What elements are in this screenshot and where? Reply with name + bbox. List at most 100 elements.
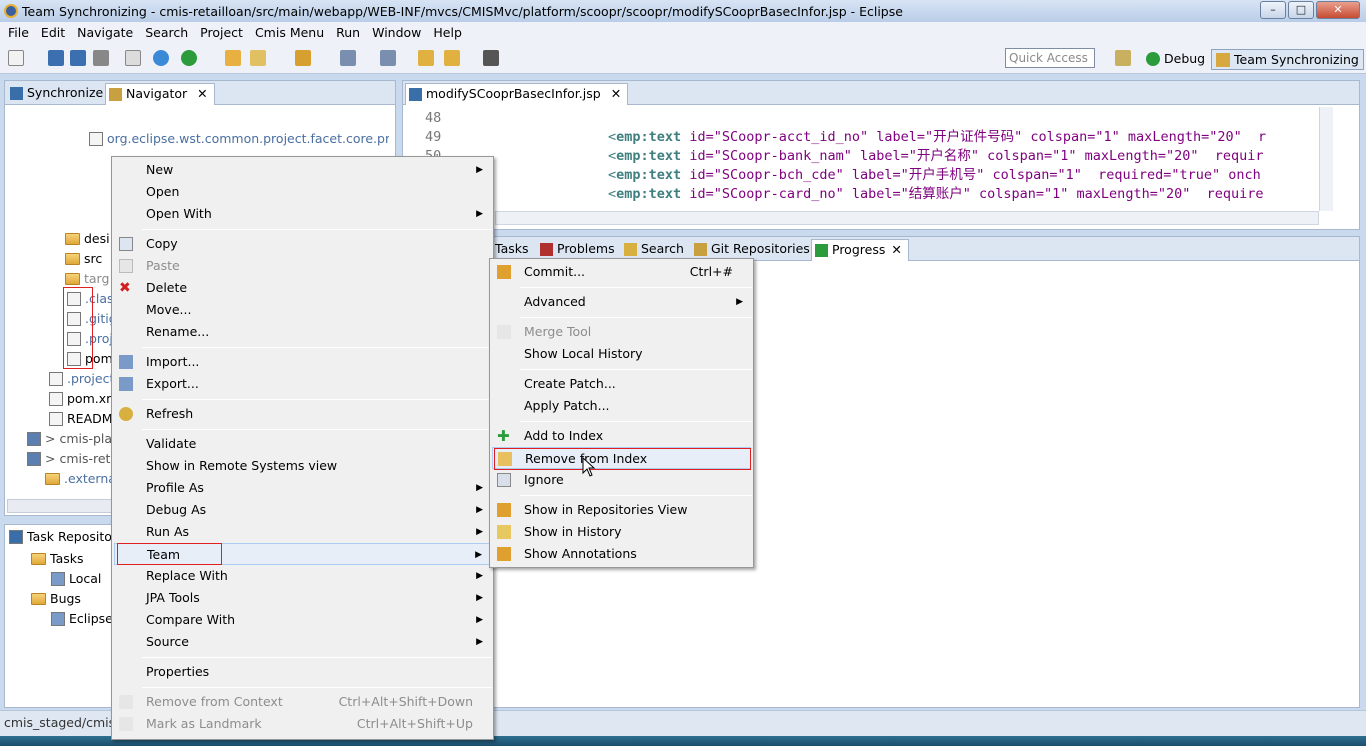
perspective-team-button[interactable]: Team Synchronizing bbox=[1211, 49, 1364, 70]
menu-item-source[interactable]: Source ▶ bbox=[114, 631, 491, 653]
menu-separator bbox=[520, 495, 752, 496]
terminal-icon[interactable] bbox=[125, 50, 141, 66]
open-task-icon[interactable] bbox=[295, 50, 311, 66]
tab-progress[interactable]: Progress ✕ bbox=[811, 239, 909, 261]
menu-item-replace-with[interactable]: Replace With ▶ bbox=[114, 565, 491, 587]
tree-item[interactable]: Tasks bbox=[31, 549, 111, 569]
menu-file[interactable]: File bbox=[2, 25, 35, 40]
menu-separator bbox=[520, 287, 752, 288]
menu-item-remove-context[interactable]: Remove from Context Ctrl+Alt+Shift+Down bbox=[114, 691, 491, 713]
tab-editor-file[interactable]: modifySCooprBasecInfor.jsp ✕ bbox=[405, 83, 629, 105]
menu-item-repos-view[interactable]: Show in Repositories View bbox=[492, 499, 751, 521]
refresh-icon bbox=[119, 407, 133, 421]
menu-item-landmark[interactable]: Mark as Landmark Ctrl+Alt+Shift+Up bbox=[114, 713, 491, 735]
tree-item[interactable]: .externalToolBuilders bbox=[45, 469, 115, 489]
tree-item[interactable]: org.eclipse.wst.common.project.facet.cor… bbox=[89, 129, 389, 149]
tree-item[interactable]: Eclipse bbox=[51, 609, 111, 629]
tree-item[interactable]: .project bbox=[49, 369, 119, 389]
last-edit-icon[interactable] bbox=[418, 50, 434, 66]
menu-item-ignore[interactable]: Ignore bbox=[492, 469, 751, 491]
tab-task-repositories[interactable]: Task Repositories bbox=[9, 527, 112, 547]
menu-item-move[interactable]: Move... bbox=[114, 299, 491, 321]
next-annotation-icon[interactable] bbox=[380, 50, 396, 66]
menu-item-rename[interactable]: Rename... bbox=[114, 321, 491, 343]
close-button[interactable]: ✕ bbox=[1316, 1, 1360, 19]
annotation-icon[interactable] bbox=[340, 50, 356, 66]
minimize-button[interactable]: – bbox=[1260, 1, 1286, 19]
tab-search-label: Search bbox=[641, 241, 684, 256]
quick-access-input[interactable]: Quick Access bbox=[1005, 48, 1095, 68]
debug-icon[interactable] bbox=[181, 50, 197, 66]
menu-item-import[interactable]: Import... bbox=[114, 351, 491, 373]
tree-item[interactable]: README bbox=[49, 409, 119, 429]
maximize-button[interactable]: □ bbox=[1288, 1, 1314, 19]
window-title: Team Synchronizing - cmis-retailloan/src… bbox=[22, 3, 903, 19]
code-attrs: id="SCoopr-bch_cde" label="开户手机号" colspa… bbox=[689, 167, 1261, 183]
new-icon[interactable] bbox=[8, 50, 24, 66]
save-icon[interactable] bbox=[48, 50, 64, 66]
menu-label: Ignore bbox=[524, 472, 564, 487]
file-icon bbox=[49, 412, 63, 426]
open-type-icon[interactable] bbox=[250, 50, 266, 66]
menu-item-copy[interactable]: Copy bbox=[114, 233, 491, 255]
menu-item-commit[interactable]: Commit... Ctrl+# bbox=[492, 261, 751, 283]
menu-item-profile-as[interactable]: Profile As ▶ bbox=[114, 477, 491, 499]
open-folder-icon[interactable] bbox=[225, 50, 241, 66]
menu-item-history[interactable]: Show in History bbox=[492, 521, 751, 543]
open-perspective-icon[interactable] bbox=[1115, 50, 1131, 66]
tab-navigator[interactable]: Navigator ✕ bbox=[105, 83, 215, 105]
menu-item-paste[interactable]: Paste bbox=[114, 255, 491, 277]
menu-item-show-remote[interactable]: Show in Remote Systems view bbox=[114, 455, 491, 477]
menu-item-validate[interactable]: Validate bbox=[114, 433, 491, 455]
menu-item-debug-as[interactable]: Debug As ▶ bbox=[114, 499, 491, 521]
menu-cmis[interactable]: Cmis Menu bbox=[249, 25, 330, 40]
menu-search[interactable]: Search bbox=[139, 25, 194, 40]
menu-item-delete[interactable]: ✖ Delete bbox=[114, 277, 491, 299]
menu-item-merge-tool[interactable]: Merge Tool bbox=[492, 321, 751, 343]
menu-item-compare-with[interactable]: Compare With ▶ bbox=[114, 609, 491, 631]
menu-item-refresh[interactable]: Refresh bbox=[114, 403, 491, 425]
forward-icon[interactable] bbox=[483, 50, 499, 66]
menu-navigate[interactable]: Navigate bbox=[71, 25, 139, 40]
menu-item-properties[interactable]: Properties bbox=[114, 661, 491, 683]
close-tab-icon[interactable]: ✕ bbox=[611, 86, 621, 101]
tree-item[interactable]: pom.xml bbox=[49, 389, 119, 409]
menu-label: Rename... bbox=[146, 324, 210, 339]
menu-item-new[interactable]: New ▶ bbox=[114, 159, 491, 181]
menu-item-annotations[interactable]: Show Annotations bbox=[492, 543, 751, 565]
perspective-debug-button[interactable]: Debug bbox=[1142, 49, 1209, 70]
tree-item[interactable]: Bugs bbox=[31, 589, 111, 609]
menu-item-local-history[interactable]: Show Local History bbox=[492, 343, 751, 365]
save-all-icon[interactable] bbox=[70, 50, 86, 66]
menu-item-open[interactable]: Open bbox=[114, 181, 491, 203]
skip-breakpoints-icon[interactable] bbox=[153, 50, 169, 66]
menu-edit[interactable]: Edit bbox=[35, 25, 71, 40]
print-icon[interactable] bbox=[93, 50, 109, 66]
menu-window[interactable]: Window bbox=[366, 25, 427, 40]
menu-item-advanced[interactable]: Advanced ▶ bbox=[492, 291, 751, 313]
close-tab-icon[interactable]: ✕ bbox=[891, 242, 901, 257]
tree-item[interactable]: > cmis-platform bbox=[27, 429, 117, 449]
close-tab-icon[interactable]: ✕ bbox=[197, 86, 207, 101]
submenu-arrow-icon: ▶ bbox=[476, 593, 483, 603]
landmark-icon bbox=[119, 717, 133, 731]
back-icon[interactable] bbox=[444, 50, 460, 66]
editor-vertical-scrollbar[interactable] bbox=[1319, 107, 1333, 211]
tree-item[interactable]: > cmis-retailloan bbox=[27, 449, 117, 469]
menu-item-create-patch[interactable]: Create Patch... bbox=[492, 373, 751, 395]
delete-icon: ✖ bbox=[119, 280, 131, 296]
menu-help[interactable]: Help bbox=[427, 25, 468, 40]
editor-horizontal-scrollbar[interactable] bbox=[495, 211, 1319, 225]
menu-item-jpa-tools[interactable]: JPA Tools ▶ bbox=[114, 587, 491, 609]
tab-synchronize[interactable]: Synchronize bbox=[7, 83, 103, 105]
menu-item-export[interactable]: Export... bbox=[114, 373, 491, 395]
menu-project[interactable]: Project bbox=[194, 25, 249, 40]
menu-item-add-index[interactable]: ✚ Add to Index bbox=[492, 425, 751, 447]
tree-label: .project bbox=[67, 371, 115, 386]
tab-task-repositories-label: Task Repositories bbox=[27, 529, 112, 544]
menu-item-apply-patch[interactable]: Apply Patch... bbox=[492, 395, 751, 417]
menu-item-open-with[interactable]: Open With ▶ bbox=[114, 203, 491, 225]
tree-item[interactable]: Local bbox=[51, 569, 111, 589]
menu-run[interactable]: Run bbox=[330, 25, 366, 40]
menu-item-run-as[interactable]: Run As ▶ bbox=[114, 521, 491, 543]
